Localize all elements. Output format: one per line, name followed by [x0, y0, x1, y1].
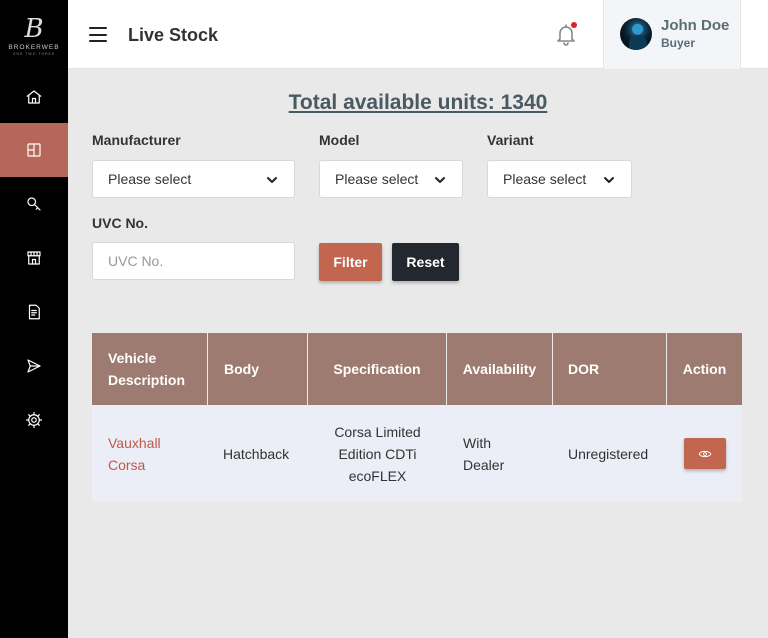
model-select[interactable]: Please select: [319, 160, 463, 198]
model-label: Model: [319, 132, 360, 148]
nav-item-live-stock[interactable]: [0, 123, 68, 177]
hamburger-menu-icon[interactable]: [89, 27, 107, 42]
column-header: Body: [208, 333, 308, 405]
vehicle-description-link[interactable]: Vauxhall Corsa: [108, 432, 188, 476]
column-header: DOR: [553, 333, 667, 405]
nav-item-send[interactable]: [0, 339, 68, 393]
reset-button[interactable]: Reset: [392, 243, 459, 281]
notification-button[interactable]: [554, 22, 580, 48]
manufacturer-select[interactable]: Please select: [92, 160, 295, 198]
send-icon: [27, 359, 41, 373]
chevron-down-icon: [603, 173, 615, 185]
manufacturer-select-value: Please select: [108, 171, 192, 187]
chevron-down-icon: [266, 173, 278, 185]
notification-dot: [571, 22, 577, 28]
logo-tagline: ONE TWO THREE: [12, 52, 56, 56]
column-header: Vehicle Description: [92, 333, 208, 405]
view-button[interactable]: [683, 438, 726, 469]
specification-cell: Corsa Limited Edition CDTi ecoFLEX: [334, 423, 421, 484]
variant-select[interactable]: Please select: [487, 160, 632, 198]
total-available-units: Total available units: 1340: [288, 91, 548, 114]
gear-icon: [25, 411, 43, 429]
nav-item-documents[interactable]: [0, 285, 68, 339]
user-role: Buyer: [661, 36, 696, 50]
store-icon: [27, 251, 41, 265]
column-header: Specification: [308, 333, 447, 405]
layout-icon: [27, 143, 41, 157]
column-header: Action: [682, 361, 727, 377]
brand-logo[interactable]: B BROKERWEB ONE TWO THREE: [0, 0, 68, 68]
logo-mark: B: [24, 14, 44, 44]
dor-cell: Unregistered: [568, 445, 649, 462]
document-icon: [28, 304, 40, 320]
sidebar: B BROKERWEB ONE TWO THREE: [0, 0, 68, 638]
table-header-row: Vehicle Description Body Specification A…: [92, 333, 742, 405]
eye-icon: [698, 450, 711, 457]
avatar: [620, 18, 652, 50]
uvc-input[interactable]: [92, 242, 295, 280]
logo-text: BROKERWEB: [8, 44, 60, 51]
stock-table: Vehicle Description Body Specification A…: [92, 333, 742, 502]
home-icon: [26, 90, 42, 104]
manufacturer-label: Manufacturer: [92, 132, 181, 148]
user-profile[interactable]: John Doe Buyer: [603, 0, 741, 69]
user-name: John Doe: [661, 17, 730, 34]
variant-label: Variant: [487, 132, 534, 148]
table-row: Vauxhall Corsa Hatchback Corsa Limited E…: [92, 405, 742, 502]
top-header: Live Stock John Doe Buyer: [68, 0, 768, 69]
page-title: Live Stock: [128, 25, 219, 45]
uvc-label: UVC No.: [92, 215, 148, 231]
nav-item-search[interactable]: [0, 177, 68, 231]
chevron-down-icon: [434, 173, 446, 185]
nav-item-store[interactable]: [0, 231, 68, 285]
column-header: Availability: [447, 333, 553, 405]
variant-select-value: Please select: [503, 171, 587, 187]
nav-item-home[interactable]: [0, 70, 68, 124]
body-cell: Hatchback: [223, 445, 290, 462]
search-key-icon: [27, 197, 41, 211]
availability-cell: With Dealer: [463, 434, 505, 473]
nav-item-settings[interactable]: [0, 393, 68, 447]
filter-button[interactable]: Filter: [319, 243, 382, 281]
model-select-value: Please select: [335, 171, 419, 187]
